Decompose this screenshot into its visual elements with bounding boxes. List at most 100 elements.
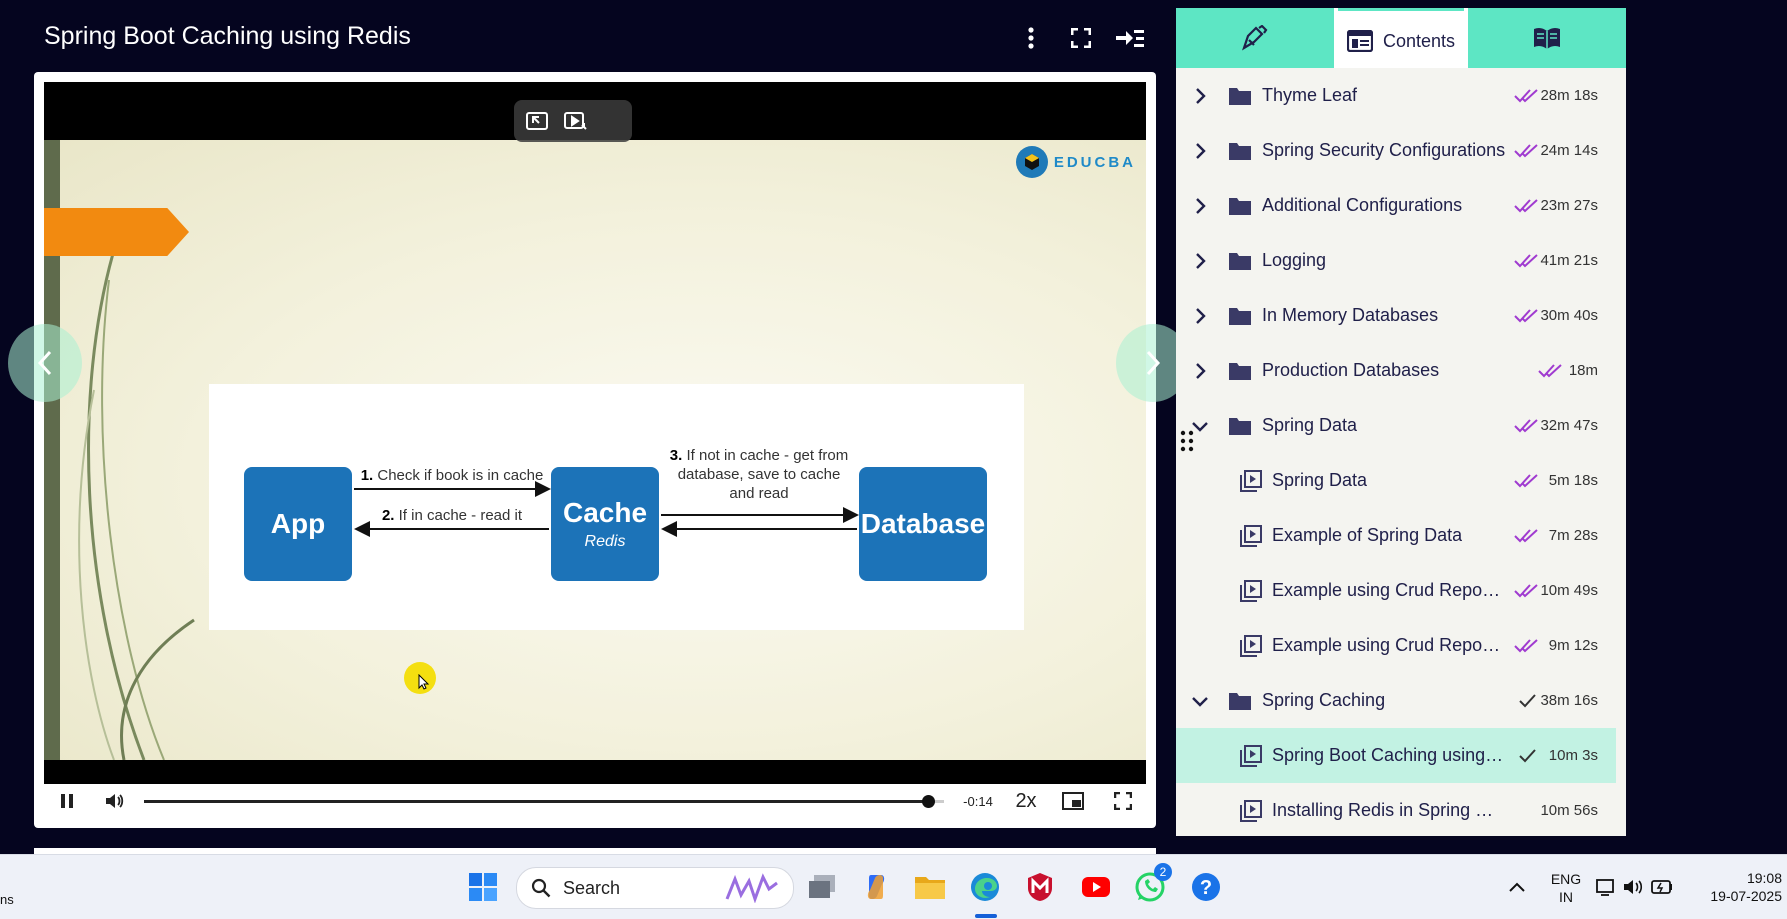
double-check-icon	[1538, 363, 1562, 377]
duration: 10m 49s	[1540, 582, 1598, 599]
lecture-row[interactable]: Installing Redis in Spring Cachi... 10m 5…	[1176, 783, 1616, 836]
section-row[interactable]: Spring Security Configurations 24m 14s	[1176, 123, 1616, 178]
tab-resources[interactable]	[1468, 8, 1626, 68]
battery-icon[interactable]	[1650, 869, 1674, 905]
chevron-right-icon[interactable]	[1190, 251, 1210, 271]
grass-decoration	[78, 249, 195, 760]
tab-notes[interactable]	[1176, 8, 1334, 68]
whatsapp-icon[interactable]: 2	[1132, 863, 1172, 905]
fullscreen-icon	[1114, 792, 1132, 810]
taskbar-search[interactable]: Search	[516, 867, 794, 909]
clock-date: 19-07-2025	[1710, 888, 1782, 904]
section-row[interactable]: Thyme Leaf 28m 18s	[1176, 68, 1616, 123]
section-title: In Memory Databases	[1262, 305, 1439, 325]
video-lecture-icon	[1240, 469, 1262, 492]
double-check-icon	[1514, 308, 1538, 322]
lecture-title: Spring Boot Caching using R...	[1272, 745, 1504, 765]
network-icon[interactable]	[1594, 869, 1618, 905]
previous-lecture-button[interactable]	[8, 324, 82, 402]
duration: 9m 12s	[1548, 637, 1598, 654]
mcafee-icon[interactable]	[1022, 869, 1058, 905]
more-vertical-icon[interactable]	[1017, 24, 1045, 52]
video-overlay-buttons	[514, 100, 632, 142]
chevron-right-icon[interactable]	[1190, 306, 1210, 326]
check-icon	[1519, 693, 1536, 707]
youtube-icon[interactable]	[1078, 869, 1114, 905]
folder-icon	[1229, 252, 1251, 270]
chevron-right-icon[interactable]	[1190, 141, 1210, 161]
volume-button[interactable]	[102, 784, 128, 818]
pause-icon	[61, 794, 73, 808]
mini-player-button[interactable]	[1058, 784, 1088, 818]
lecture-row[interactable]: Spring Boot Caching using R... 10m 3s	[1176, 728, 1616, 783]
duration: 5m 18s	[1548, 472, 1598, 489]
drag-handle-icon[interactable]	[1180, 430, 1194, 452]
theater-mode-icon[interactable]	[562, 108, 588, 134]
windows-start-icon[interactable]	[465, 869, 501, 905]
speaker-icon[interactable]	[1622, 869, 1646, 905]
educba-logo-text: EDUCBA	[1053, 153, 1136, 171]
edge-browser-icon[interactable]	[967, 869, 1003, 905]
folder-icon	[1229, 87, 1251, 105]
time-remaining: -0:14	[963, 793, 993, 809]
diagram-arrows	[354, 481, 859, 537]
chevron-up-icon[interactable]	[1499, 869, 1535, 905]
player-fullscreen-button[interactable]	[1108, 784, 1138, 818]
section-title: Spring Data	[1262, 415, 1358, 435]
lecture-row[interactable]: Example of Spring Data 7m 28s	[1176, 508, 1616, 563]
section-row[interactable]: Logging 41m 21s	[1176, 233, 1616, 288]
help-icon[interactable]: ?	[1188, 869, 1224, 905]
section-row[interactable]: Spring Data 32m 47s	[1176, 398, 1616, 453]
search-icon	[531, 878, 551, 898]
copilot-icon[interactable]	[858, 869, 894, 905]
chevron-right-icon[interactable]	[1190, 361, 1210, 381]
whatsapp-badge: 2	[1154, 863, 1172, 881]
folder-icon	[1229, 197, 1251, 215]
section-title: Additional Configurations	[1262, 195, 1463, 215]
section-row[interactable]: Spring Caching 38m 16s	[1176, 673, 1616, 728]
seek-bar-progress	[144, 800, 928, 803]
lecture-title: Example of Spring Data	[1272, 525, 1463, 545]
title-bar: Spring Boot Caching using Redis	[0, 0, 1160, 72]
file-explorer-icon[interactable]	[912, 869, 948, 905]
section-row[interactable]: Production Databases 18m	[1176, 343, 1616, 398]
video-viewport[interactable]: EDUCBA App Cache Redis Database 1. Check…	[44, 82, 1146, 784]
lecture-row[interactable]: Example using Crud Reposi... 10m 49s	[1176, 563, 1616, 618]
duration: 32m 47s	[1540, 417, 1598, 434]
chevron-down-icon[interactable]	[1190, 691, 1210, 711]
duration: 23m 27s	[1540, 197, 1598, 214]
folder-icon	[1229, 142, 1251, 160]
exit-pip-icon[interactable]	[524, 108, 550, 134]
lecture-row[interactable]: Spring Data 5m 18s	[1176, 453, 1616, 508]
lecture-title: Installing Redis in Spring Cachi...	[1272, 800, 1504, 820]
clock[interactable]: 19:08 19-07-2025	[1696, 869, 1782, 905]
double-check-icon	[1514, 143, 1538, 157]
educba-logo-icon	[1015, 146, 1048, 178]
section-row[interactable]: Additional Configurations 23m 27s	[1176, 178, 1616, 233]
folder-icon	[1229, 692, 1251, 710]
active-app-indicator	[975, 914, 997, 918]
step2-label: 2. If in cache - read it	[381, 507, 523, 524]
playback-speed-button[interactable]: 2x	[1004, 784, 1048, 818]
lecture-row[interactable]: Example using Crud Reposit... 9m 12s	[1176, 618, 1616, 673]
collapse-sidebar-icon[interactable]	[1116, 24, 1144, 52]
duration: 7m 28s	[1548, 527, 1598, 544]
seek-bar[interactable]	[144, 795, 944, 808]
duration: 41m 21s	[1540, 252, 1598, 269]
pause-button[interactable]	[54, 784, 80, 818]
lecture-title: Spring Data	[1272, 470, 1368, 490]
chevron-right-icon[interactable]	[1190, 86, 1210, 106]
double-check-icon	[1514, 88, 1538, 102]
fullscreen-icon[interactable]	[1067, 24, 1095, 52]
double-check-icon	[1514, 528, 1538, 542]
tab-contents[interactable]: Contents	[1338, 8, 1464, 71]
language-indicator[interactable]: ENG IN	[1548, 870, 1584, 906]
chevron-right-icon[interactable]	[1190, 196, 1210, 216]
duration: 24m 14s	[1540, 142, 1598, 159]
course-sidebar: Contents Thyme Leaf 28m 18s Spring Securit…	[1176, 8, 1626, 836]
seek-bar-handle[interactable]	[922, 795, 935, 808]
video-lecture-icon	[1240, 579, 1262, 602]
task-view-icon[interactable]	[804, 869, 840, 905]
double-check-icon	[1514, 253, 1538, 267]
section-row[interactable]: In Memory Databases 30m 40s	[1176, 288, 1616, 343]
